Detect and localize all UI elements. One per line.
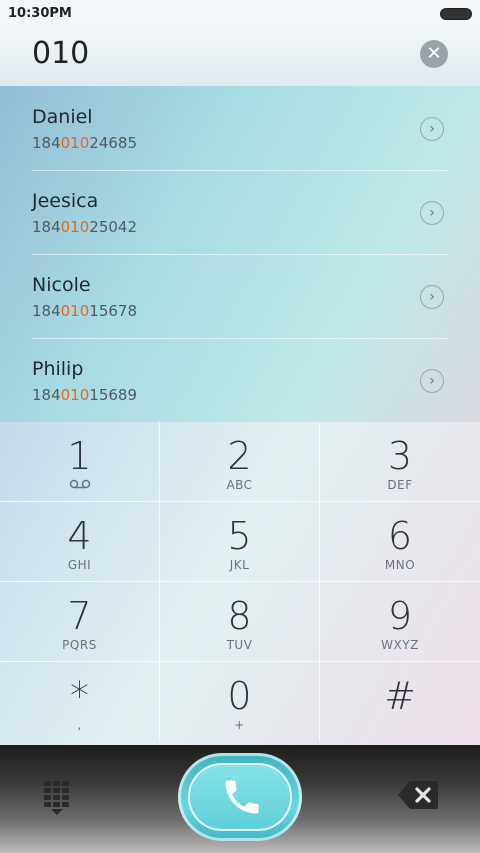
key-letters: TUV xyxy=(226,638,253,652)
key-9[interactable]: 9 WXYZ xyxy=(320,582,480,662)
phone-icon xyxy=(225,780,259,814)
match-highlight: 010 xyxy=(60,134,90,152)
key-digit: * xyxy=(70,674,89,718)
key-digit: 9 xyxy=(387,594,413,638)
dialpad-icon[interactable] xyxy=(42,781,74,817)
key-2[interactable]: 2 ABC xyxy=(160,422,320,502)
key-0[interactable]: 0 + xyxy=(160,662,320,742)
key-letters: GHI xyxy=(67,558,92,572)
key-digit: 1 xyxy=(67,434,92,478)
key-digit: # xyxy=(384,674,416,718)
key-digit: 8 xyxy=(227,594,252,638)
match-highlight: 010 xyxy=(60,302,90,320)
key-digit: 3 xyxy=(387,434,413,478)
key-letters: DEF xyxy=(387,478,413,492)
key-1[interactable]: 1 xyxy=(0,422,160,502)
call-button-inner xyxy=(188,763,292,831)
key-hash[interactable]: # xyxy=(320,662,480,742)
key-digit: 0 xyxy=(227,674,252,718)
dial-input-bar: 010 ✕ xyxy=(0,28,480,86)
key-8[interactable]: 8 TUV xyxy=(160,582,320,662)
contact-number: 18401024685 xyxy=(32,134,137,152)
chevron-right-icon[interactable]: › xyxy=(420,201,444,225)
dialed-number[interactable]: 010 xyxy=(32,36,89,71)
key-letters: MNO xyxy=(384,558,416,572)
chevron-right-icon[interactable]: › xyxy=(420,285,444,309)
key-letters: + xyxy=(234,718,245,732)
contact-row[interactable]: Nicole 18401015678 › xyxy=(32,254,448,339)
match-highlight: 010 xyxy=(60,218,90,236)
key-digit: 4 xyxy=(67,514,92,558)
key-digit: 6 xyxy=(387,514,413,558)
contact-name: Jeesica xyxy=(32,190,99,212)
key-4[interactable]: 4 GHI xyxy=(0,502,160,582)
key-letters: , xyxy=(77,718,82,732)
key-star[interactable]: * , xyxy=(0,662,160,742)
contact-name: Philip xyxy=(32,358,84,380)
key-digit: 2 xyxy=(227,434,252,478)
status-bar: 10:30PM xyxy=(0,0,480,28)
contact-number: 18401015678 xyxy=(32,302,137,320)
status-time: 10:30PM xyxy=(8,6,72,21)
contact-row[interactable]: Jeesica 18401025042 › xyxy=(32,170,448,255)
key-letters: ABC xyxy=(226,478,253,492)
contact-name: Nicole xyxy=(32,274,91,296)
clear-button[interactable]: ✕ xyxy=(420,40,448,68)
backspace-icon[interactable] xyxy=(398,781,438,809)
key-5[interactable]: 5 JKL xyxy=(160,502,320,582)
key-letters: WXYZ xyxy=(381,638,419,652)
key-3[interactable]: 3 DEF xyxy=(320,422,480,502)
contact-results-list: Daniel 18401024685 › Jeesica 18401025042… xyxy=(0,86,480,422)
chevron-right-icon[interactable]: › xyxy=(420,117,444,141)
voicemail-icon xyxy=(0,478,159,492)
call-action-bar xyxy=(0,745,480,853)
key-letters: PQRS xyxy=(62,638,97,652)
match-highlight: 010 xyxy=(60,386,90,404)
key-letters: JKL xyxy=(229,558,250,572)
key-digit: 7 xyxy=(67,594,92,638)
contact-number: 18401025042 xyxy=(32,218,137,236)
key-6[interactable]: 6 MNO xyxy=(320,502,480,582)
call-button[interactable] xyxy=(178,753,302,841)
battery-icon xyxy=(440,8,472,20)
contact-row[interactable]: Daniel 18401024685 › xyxy=(32,86,448,171)
contact-number: 18401015689 xyxy=(32,386,137,404)
contact-row[interactable]: Philip 18401015689 › xyxy=(32,338,448,422)
chevron-right-icon[interactable]: › xyxy=(420,369,444,393)
dial-keypad: 1 2 ABC 3 DEF 4 GHI 5 JKL 6 MNO 7 PQRS 8… xyxy=(0,422,480,745)
contact-name: Daniel xyxy=(32,106,93,128)
key-digit: 5 xyxy=(227,514,252,558)
key-7[interactable]: 7 PQRS xyxy=(0,582,160,662)
